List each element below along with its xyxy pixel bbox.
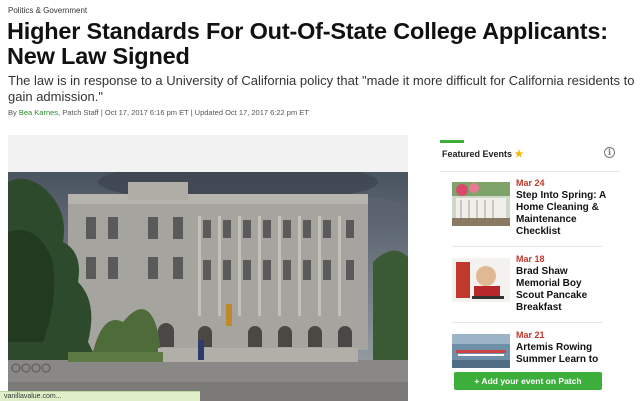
event-date: Mar 18 xyxy=(516,254,545,264)
event-date: Mar 24 xyxy=(516,178,545,188)
event-card[interactable]: Mar 21 Artemis Rowing Summer Learn to xyxy=(452,330,612,370)
event-thumbnail[interactable] xyxy=(452,182,510,226)
article-photo[interactable] xyxy=(8,172,408,401)
status-bar-url: vanillavalue.com... xyxy=(0,391,200,401)
sidebar-divider xyxy=(440,171,620,172)
article-headline: Higher Standards For Out-Of-State Colleg… xyxy=(7,18,608,69)
event-card[interactable]: Mar 24 Step Into Spring: A Home Cleaning… xyxy=(452,178,612,238)
event-divider xyxy=(452,246,602,247)
event-date: Mar 21 xyxy=(516,330,545,340)
featured-events-label: Featured Events xyxy=(442,149,513,159)
star-icon: ★ xyxy=(514,149,524,160)
event-title[interactable]: Step Into Spring: A Home Cleaning & Main… xyxy=(516,190,612,238)
event-title[interactable]: Brad Shaw Memorial Boy Scout Pancake Bre… xyxy=(516,266,612,314)
article-category[interactable]: Politics & Government xyxy=(8,6,87,15)
featured-events-title: Featured Events ★ xyxy=(442,149,524,160)
add-event-button[interactable]: + Add your event on Patch xyxy=(454,372,602,390)
byline: By Bea Karnes, Patch Staff | Oct 17, 201… xyxy=(8,108,309,117)
info-icon[interactable]: i xyxy=(604,147,615,158)
event-title[interactable]: Artemis Rowing Summer Learn to xyxy=(516,342,612,366)
author-link[interactable]: Bea Karnes xyxy=(19,108,58,117)
event-thumbnail[interactable] xyxy=(452,258,510,302)
event-card[interactable]: Mar 18 Brad Shaw Memorial Boy Scout Panc… xyxy=(452,254,612,314)
byline-details: , Patch Staff | Oct 17, 2017 6:16 pm ET … xyxy=(58,108,309,117)
byline-prefix: By xyxy=(8,108,19,117)
article-subhead: The law is in response to a University o… xyxy=(8,73,635,104)
event-thumbnail[interactable] xyxy=(452,334,510,368)
event-divider xyxy=(452,322,602,323)
sidebar-accent-rule xyxy=(440,140,464,143)
